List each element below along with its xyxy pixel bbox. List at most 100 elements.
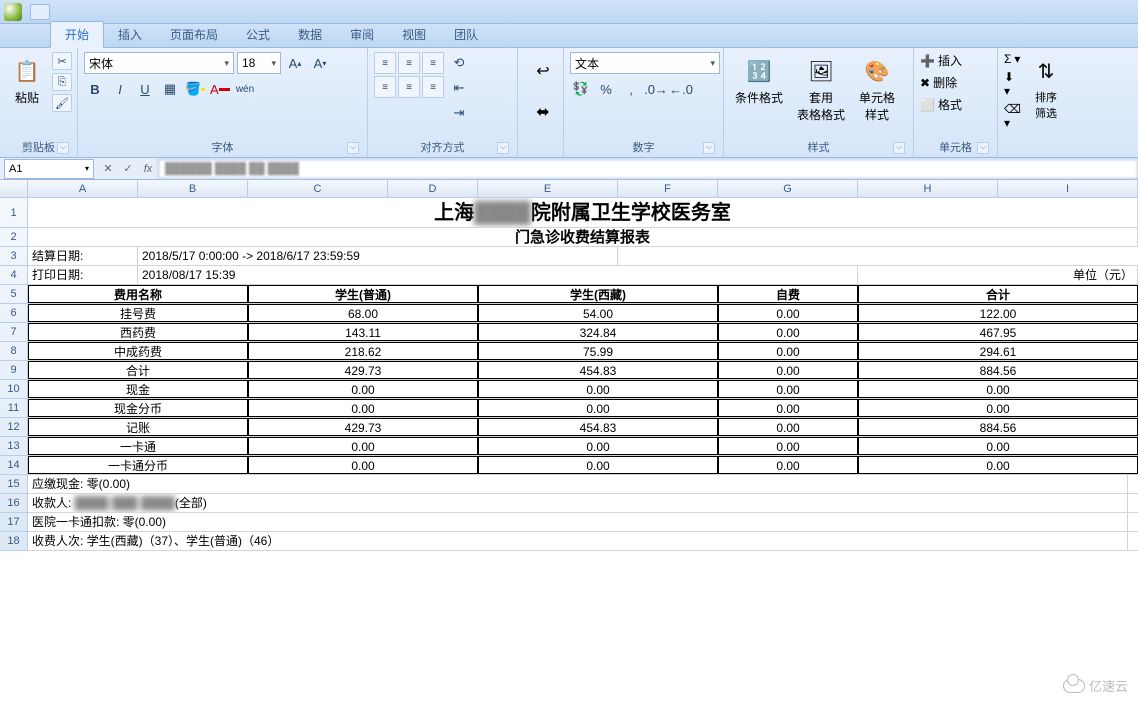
col-header-C[interactable]: C <box>248 180 388 197</box>
phonetic-button[interactable]: wén <box>234 78 256 100</box>
bold-button[interactable]: B <box>84 78 106 100</box>
percent-button[interactable]: % <box>595 78 617 100</box>
row-value: 0.00 <box>478 437 718 455</box>
row-header-9[interactable]: 9 <box>0 361 27 380</box>
fill-button[interactable]: ⬇ ▾ <box>1004 70 1021 98</box>
cancel-formula-button[interactable]: ✕ <box>98 160 118 178</box>
merge-cells-button[interactable]: ⬌ <box>524 93 562 131</box>
col-header-F[interactable]: F <box>618 180 718 197</box>
insert-cells-button[interactable]: 插入 <box>938 52 962 69</box>
tab-home[interactable]: 开始 <box>50 21 104 48</box>
row-header-1[interactable]: 1 <box>0 198 27 228</box>
increase-font-button[interactable]: A▴ <box>284 52 306 74</box>
align-middle-button[interactable]: ≡ <box>398 52 420 74</box>
format-painter-button[interactable]: 🖌 <box>52 94 72 112</box>
tab-formula[interactable]: 公式 <box>232 22 284 47</box>
clear-button[interactable]: ⌫ ▾ <box>1004 102 1021 130</box>
table-header: 学生(西藏) <box>478 285 718 303</box>
align-left-button[interactable]: ≡ <box>374 76 396 98</box>
col-header-B[interactable]: B <box>138 180 248 197</box>
fx-button[interactable]: fx <box>138 160 158 178</box>
row-value: 0.00 <box>478 456 718 474</box>
enter-formula-button[interactable]: ✓ <box>118 160 138 178</box>
sheet-subtitle: 门急诊收费结算报表 <box>28 228 1138 246</box>
row-header-3[interactable]: 3 <box>0 247 27 266</box>
align-bottom-button[interactable]: ≡ <box>422 52 444 74</box>
paste-button[interactable]: 📋 粘贴 <box>6 52 48 109</box>
col-header-I[interactable]: I <box>998 180 1138 197</box>
row-header-2[interactable]: 2 <box>0 228 27 247</box>
delete-cells-button[interactable]: 删除 <box>933 74 957 91</box>
indent-dec-button[interactable]: ⇤ <box>448 77 470 99</box>
row-header-13[interactable]: 13 <box>0 437 27 456</box>
wrap-text-button[interactable]: ↩ <box>524 52 562 90</box>
format-cells-button[interactable]: 格式 <box>938 96 962 113</box>
decrease-font-button[interactable]: A▾ <box>309 52 331 74</box>
border-button[interactable]: ▦ <box>159 78 181 100</box>
row-value: 429.73 <box>248 361 478 379</box>
row-header-16[interactable]: 16 <box>0 494 27 513</box>
sort-filter-button[interactable]: ⇅排序 筛选 <box>1025 52 1067 124</box>
row-value: 0.00 <box>248 380 478 398</box>
row-header-14[interactable]: 14 <box>0 456 27 475</box>
group-styles: 🔢条件格式 🖼套用 表格格式 🎨单元格 样式 样式 <box>724 48 914 157</box>
row-header-10[interactable]: 10 <box>0 380 27 399</box>
underline-button[interactable]: U <box>134 78 156 100</box>
tab-view[interactable]: 视图 <box>388 22 440 47</box>
col-header-D[interactable]: D <box>388 180 478 197</box>
tab-review[interactable]: 审阅 <box>336 22 388 47</box>
cell-styles-button[interactable]: 🎨单元格 样式 <box>854 52 900 126</box>
unit-label: 单位（元） <box>858 266 1138 284</box>
font-color-button[interactable]: A <box>209 78 231 100</box>
tab-layout[interactable]: 页面布局 <box>156 22 232 47</box>
cells-area[interactable]: 上海████院附属卫生学校医务室门急诊收费结算报表结算日期:2018/5/17 … <box>28 198 1138 551</box>
row-header-11[interactable]: 11 <box>0 399 27 418</box>
align-right-button[interactable]: ≡ <box>422 76 444 98</box>
font-name-select[interactable]: 宋体▾ <box>84 52 234 74</box>
qat-dropdown[interactable] <box>30 4 50 20</box>
select-all-corner[interactable] <box>0 180 28 197</box>
row-header-4[interactable]: 4 <box>0 266 27 285</box>
font-group-label: 字体 <box>84 137 361 156</box>
font-size-select[interactable]: 18▾ <box>237 52 281 74</box>
formula-input[interactable]: ██████ ████ ██ ████ <box>158 159 1138 179</box>
orientation-button[interactable]: ⟲ <box>448 52 470 74</box>
row-value: 0.00 <box>718 323 858 341</box>
currency-button[interactable]: 💱 <box>570 78 592 100</box>
autosum-button[interactable]: Σ ▾ <box>1004 52 1021 66</box>
align-center-button[interactable]: ≡ <box>398 76 420 98</box>
col-header-E[interactable]: E <box>478 180 618 197</box>
row-header-6[interactable]: 6 <box>0 304 27 323</box>
col-header-G[interactable]: G <box>718 180 858 197</box>
align-top-button[interactable]: ≡ <box>374 52 396 74</box>
row-header-12[interactable]: 12 <box>0 418 27 437</box>
inc-decimal-button[interactable]: .0→ <box>645 78 667 100</box>
tab-insert[interactable]: 插入 <box>104 22 156 47</box>
conditional-format-button[interactable]: 🔢条件格式 <box>730 52 788 109</box>
fill-color-button[interactable]: 🪣 <box>184 78 206 100</box>
table-format-button[interactable]: 🖼套用 表格格式 <box>792 52 850 126</box>
col-header-A[interactable]: A <box>28 180 138 197</box>
indent-inc-button[interactable]: ⇥ <box>448 102 470 124</box>
dec-decimal-button[interactable]: ←.0 <box>670 78 692 100</box>
row-header-18[interactable]: 18 <box>0 532 27 551</box>
row-header-7[interactable]: 7 <box>0 323 27 342</box>
tab-data[interactable]: 数据 <box>284 22 336 47</box>
cut-button[interactable]: ✂ <box>52 52 72 70</box>
row-header-17[interactable]: 17 <box>0 513 27 532</box>
copy-button[interactable]: ⎘ <box>52 73 72 91</box>
group-wrap: ↩ ⬌ . <box>518 48 564 157</box>
group-cells: ➕插入 ✖删除 ⬜格式 单元格 <box>914 48 998 157</box>
comma-button[interactable]: , <box>620 78 642 100</box>
row-header-8[interactable]: 8 <box>0 342 27 361</box>
tab-team[interactable]: 团队 <box>440 22 492 47</box>
ribbon: 📋 粘贴 ✂ ⎘ 🖌 剪贴板 宋体▾ 18▾ A▴ A▾ B <box>0 48 1138 158</box>
italic-button[interactable]: I <box>109 78 131 100</box>
col-header-H[interactable]: H <box>858 180 998 197</box>
number-format-select[interactable]: 文本▾ <box>570 52 720 74</box>
row-header-5[interactable]: 5 <box>0 285 27 304</box>
row-label: 一卡通 <box>28 437 248 455</box>
row-header-15[interactable]: 15 <box>0 475 27 494</box>
app-icon[interactable] <box>4 3 22 21</box>
name-box[interactable]: A1▾ <box>4 159 94 179</box>
